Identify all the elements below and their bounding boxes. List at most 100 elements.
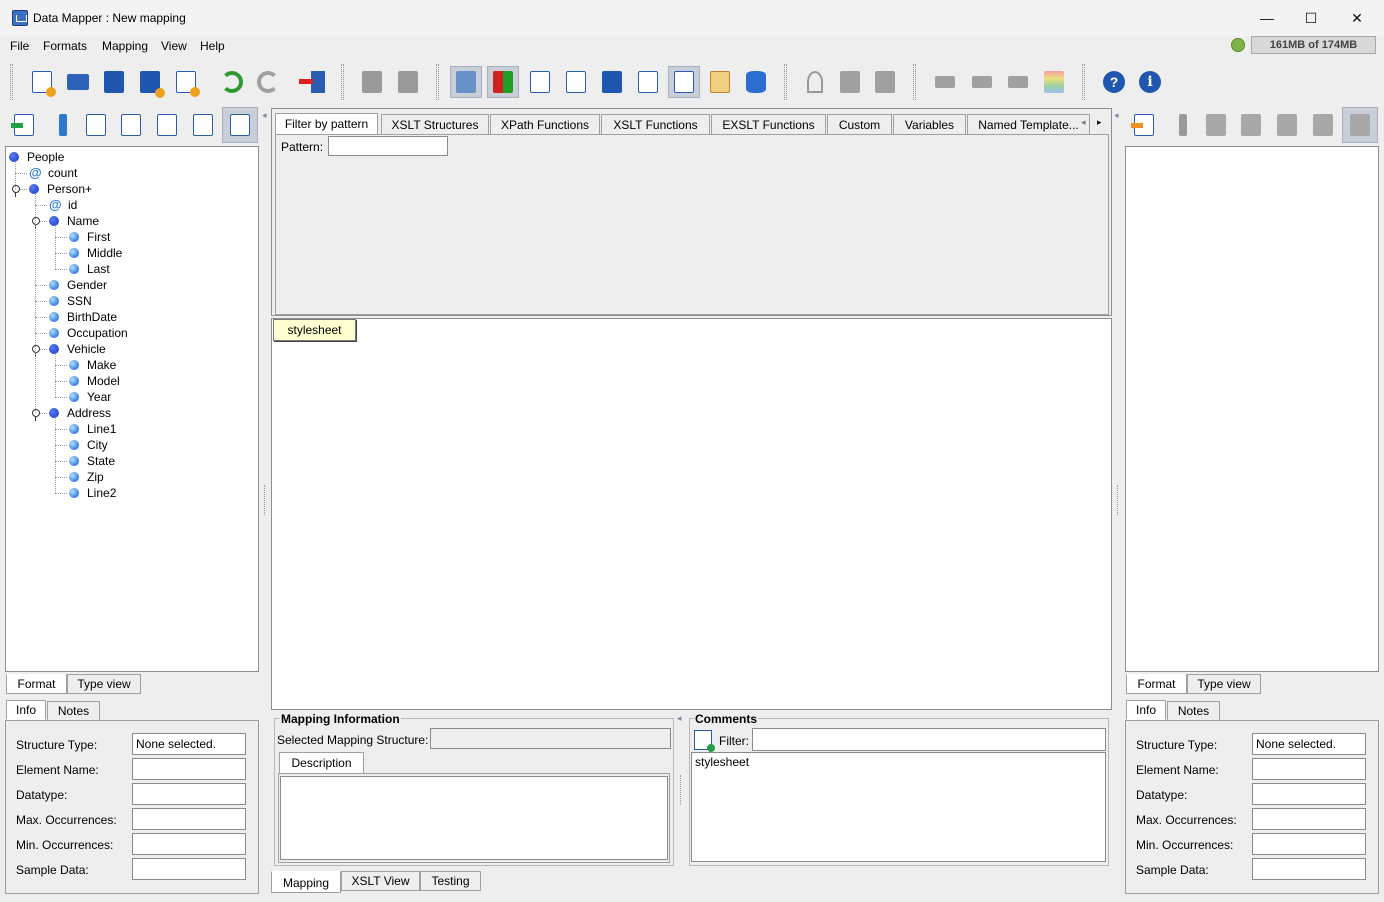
tree-node[interactable]: SSN xyxy=(49,293,92,309)
tab-notes[interactable]: Notes xyxy=(47,701,100,721)
pattern-input[interactable] xyxy=(328,136,448,156)
target-image-button[interactable] xyxy=(1271,109,1303,141)
redo-button[interactable] xyxy=(252,66,284,98)
minimize-button[interactable]: — xyxy=(1244,4,1290,32)
palette-tab-variables[interactable]: Variables xyxy=(893,114,966,135)
move-down-button[interactable] xyxy=(1002,66,1034,98)
palette-tab-xpath-functions[interactable]: XPath Functions xyxy=(490,114,600,135)
open-button[interactable] xyxy=(62,66,94,98)
source-edit-button[interactable] xyxy=(187,109,219,141)
db-button-1[interactable] xyxy=(356,66,388,98)
expand-toggle-icon[interactable] xyxy=(31,409,41,421)
toggle-tree-view-button[interactable] xyxy=(450,66,482,98)
target-list-button[interactable] xyxy=(1235,109,1267,141)
tree-node[interactable]: @ count xyxy=(29,165,77,181)
tree-node[interactable]: @ id xyxy=(49,197,77,213)
copy-button[interactable] xyxy=(834,66,866,98)
max-occurrences-field[interactable] xyxy=(132,808,246,830)
tree-node[interactable]: BirthDate xyxy=(49,309,117,325)
collapse-mapping-info-arrow[interactable]: ◂ xyxy=(677,713,682,724)
undo-button[interactable] xyxy=(216,66,248,98)
database-button[interactable] xyxy=(740,66,772,98)
collapse-left-arrow[interactable]: ◂ xyxy=(262,110,267,121)
tree-node[interactable]: Address xyxy=(49,405,111,421)
toolbar-grip-6[interactable] xyxy=(1082,64,1085,100)
menu-formats[interactable]: Formats xyxy=(43,39,87,53)
document-button[interactable] xyxy=(524,66,556,98)
close-button[interactable]: ✕ xyxy=(1334,4,1380,32)
expand-toggle-icon[interactable] xyxy=(11,185,21,197)
target-doc-button[interactable] xyxy=(1200,109,1232,141)
comments-filter-input[interactable] xyxy=(752,728,1106,751)
save-as-button[interactable] xyxy=(134,66,166,98)
target-tab-format[interactable]: Format xyxy=(1126,674,1187,694)
import-target-button[interactable] xyxy=(1128,109,1160,141)
tree-node[interactable]: Year xyxy=(69,389,111,405)
toolbar-grip-2[interactable] xyxy=(341,64,344,100)
maximize-button[interactable]: ☐ xyxy=(1288,4,1334,32)
attribute-view-button[interactable] xyxy=(668,66,700,98)
save-button[interactable] xyxy=(98,66,130,98)
target-tab-info[interactable]: Info xyxy=(1126,700,1166,720)
save-mapping-button[interactable] xyxy=(596,66,628,98)
source-tree-toggle-button[interactable] xyxy=(222,107,258,143)
expand-toggle-icon[interactable] xyxy=(31,217,41,229)
tree-node[interactable]: Vehicle xyxy=(49,341,106,357)
source-image-button[interactable] xyxy=(151,109,183,141)
collapse-right-arrow[interactable]: ◂ xyxy=(1114,110,1119,121)
palette-tab-exslt-functions[interactable]: EXSLT Functions xyxy=(711,114,826,135)
tree-node[interactable]: Person+ xyxy=(29,181,92,197)
paste-button[interactable] xyxy=(869,66,901,98)
tree-node[interactable]: Name xyxy=(49,213,99,229)
stylesheet-node[interactable]: stylesheet xyxy=(273,319,356,341)
schema-button[interactable] xyxy=(632,66,664,98)
help-button[interactable]: ? xyxy=(1098,66,1130,98)
table-button[interactable] xyxy=(704,66,736,98)
target-tab-type-view[interactable]: Type view xyxy=(1187,674,1261,694)
source-doc-button[interactable] xyxy=(80,109,112,141)
tab-format[interactable]: Format xyxy=(6,674,67,694)
tree-node[interactable]: People xyxy=(9,149,64,165)
db-button-2[interactable] xyxy=(392,66,424,98)
target-tool-button[interactable] xyxy=(1164,109,1196,141)
tab-info[interactable]: Info xyxy=(6,700,46,720)
palette-tab-named-template[interactable]: Named Template... xyxy=(967,114,1090,135)
comment-item[interactable]: stylesheet xyxy=(695,755,749,769)
menu-help[interactable]: Help xyxy=(200,39,225,53)
tree-node[interactable]: State xyxy=(69,453,115,469)
menu-mapping[interactable]: Mapping xyxy=(102,39,148,53)
min-occurrences-field[interactable] xyxy=(132,833,246,855)
toolbar-grip[interactable] xyxy=(10,64,13,100)
layers-button[interactable] xyxy=(1038,66,1070,98)
tree-node[interactable]: Zip xyxy=(69,469,104,485)
palette-tab-xslt-functions[interactable]: XSLT Functions xyxy=(601,114,710,135)
palette-tab-custom[interactable]: Custom xyxy=(827,114,892,135)
xml-button[interactable] xyxy=(560,66,592,98)
new-mapping-button[interactable] xyxy=(26,66,58,98)
menu-view[interactable]: View xyxy=(161,39,187,53)
palette-tab-filter-by-pattern[interactable]: Filter by pattern xyxy=(275,113,378,135)
target-min-occurrences-field[interactable] xyxy=(1252,833,1366,855)
element-name-field[interactable] xyxy=(132,758,246,780)
mapping-canvas[interactable] xyxy=(271,318,1112,710)
tab-description[interactable]: Description xyxy=(279,752,364,774)
bottom-splitter[interactable] xyxy=(680,775,683,805)
target-sample-data-field[interactable] xyxy=(1252,858,1366,880)
expand-toggle-icon[interactable] xyxy=(31,345,41,357)
tree-node[interactable]: First xyxy=(69,229,110,245)
tree-node[interactable]: Gender xyxy=(49,277,107,293)
tree-node[interactable]: Make xyxy=(69,357,116,373)
target-element-name-field[interactable] xyxy=(1252,758,1366,780)
menu-file[interactable]: File xyxy=(10,39,29,53)
tab-testing[interactable]: Testing xyxy=(420,871,481,891)
left-splitter[interactable] xyxy=(264,485,267,515)
tab-xslt-view[interactable]: XSLT View xyxy=(341,871,420,891)
source-tool-button[interactable] xyxy=(44,109,76,141)
palette-tab-xslt-structures[interactable]: XSLT Structures xyxy=(381,114,489,135)
insert-button[interactable] xyxy=(966,66,998,98)
source-list-button[interactable] xyxy=(115,109,147,141)
target-max-occurrences-field[interactable] xyxy=(1252,808,1366,830)
exit-button[interactable] xyxy=(298,66,330,98)
tree-node[interactable]: Middle xyxy=(69,245,122,261)
target-edit-button[interactable] xyxy=(1307,109,1339,141)
